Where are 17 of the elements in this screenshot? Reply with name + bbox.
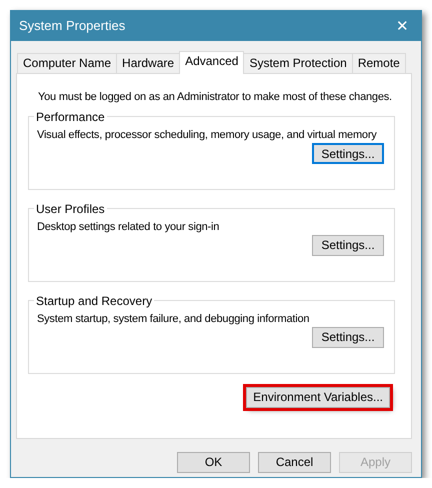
close-button[interactable]: ✕: [392, 18, 413, 34]
settings-button[interactable]: Settings...: [312, 235, 384, 256]
group-description: Visual effects, processor scheduling, memory usage, and virtual memory: [37, 128, 378, 142]
dialog-button[interactable]: Cancel: [258, 452, 331, 473]
window-title: System Properties: [19, 17, 126, 36]
tab[interactable]: Computer Name: [17, 53, 118, 73]
group-description: System startup, system failure, and debugging information: [37, 312, 310, 326]
group-title: User Profiles: [35, 202, 106, 216]
group-title: Startup and Recovery: [35, 294, 154, 308]
group-description: Desktop settings related to your sign-in: [37, 220, 220, 234]
settings-button[interactable]: Settings...: [312, 327, 384, 348]
dialog-button[interactable]: OK: [177, 452, 250, 473]
group-title: Performance: [35, 110, 106, 124]
tab[interactable]: Advanced: [179, 51, 244, 74]
settings-button[interactable]: Settings...: [312, 143, 384, 164]
tab[interactable]: Remote: [352, 53, 406, 73]
notice-text: You must be logged on as an Administrator to make most of these changes.: [38, 90, 393, 105]
